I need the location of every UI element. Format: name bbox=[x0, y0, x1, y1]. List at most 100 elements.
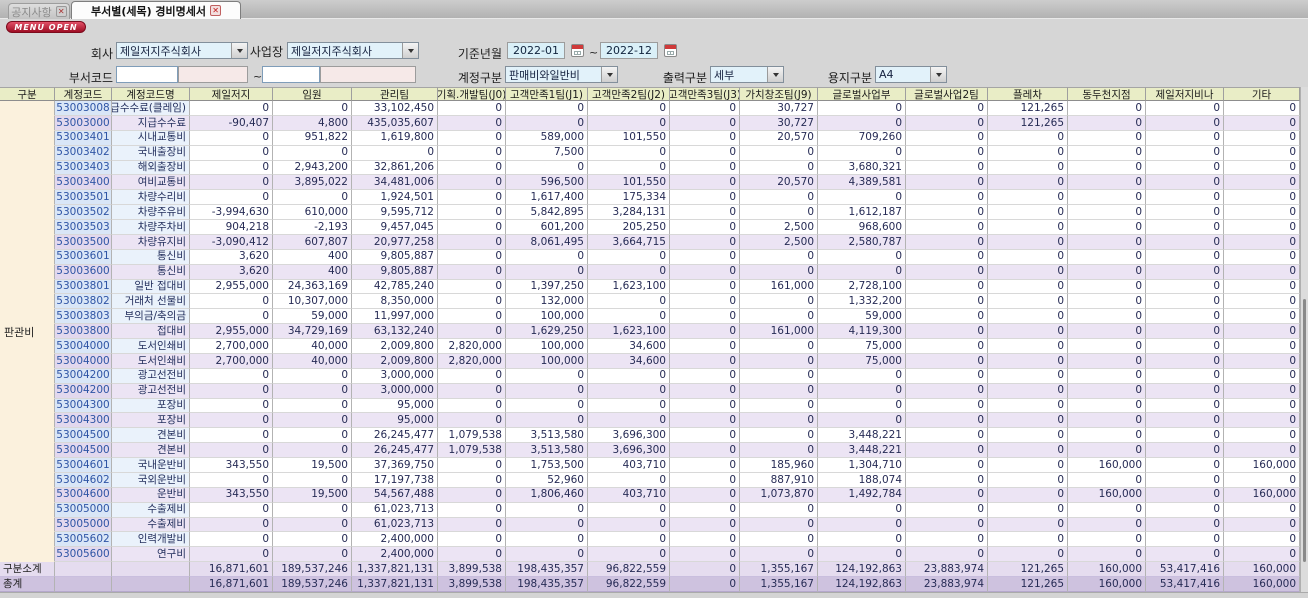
table-row[interactable]: 53003000 지급수수료 -90,407 4,800 435,035,607 0 0 0 0… bbox=[0, 115, 1300, 131]
cell: 0 bbox=[988, 324, 1068, 339]
cell: 0 bbox=[1146, 339, 1224, 354]
table-row[interactable]: 53004300 포장비 0 0 95,000 0 0 0 0 0 0 0 0 0 0 0 bbox=[0, 398, 1300, 414]
dept-name-to-input[interactable] bbox=[320, 66, 416, 83]
cell: 0 bbox=[588, 145, 670, 161]
cell: 2,580,787 bbox=[818, 234, 906, 250]
cell: 53003008 bbox=[55, 101, 112, 116]
cell: 0 bbox=[1146, 428, 1224, 444]
table-row[interactable]: 53004500 견본비 0 0 26,245,477 1,079,538 3,513,58… bbox=[0, 428, 1300, 444]
close-icon[interactable]: ✕ bbox=[210, 5, 222, 16]
table-row[interactable]: 53003801 일반 접대비 2,955,000 24,363,169 42,785,… bbox=[0, 279, 1300, 295]
table-row[interactable]: 53004600 운반비 343,550 19,500 54,567,488 0 1,806… bbox=[0, 487, 1300, 503]
column-header[interactable]: 계정코드 bbox=[55, 87, 112, 101]
cell: 0 bbox=[906, 279, 988, 295]
cell bbox=[0, 294, 55, 310]
column-header[interactable]: 고객만족2팀(J2) bbox=[588, 87, 670, 101]
column-header[interactable]: 관리팀 bbox=[352, 87, 438, 101]
cell: 통신비 bbox=[112, 249, 190, 265]
cell: 0 bbox=[1146, 160, 1224, 176]
vertical-scrollbar[interactable] bbox=[1300, 87, 1308, 592]
column-header[interactable]: 동두천지점 bbox=[1068, 87, 1146, 101]
cell: 0 bbox=[740, 532, 818, 548]
table-row[interactable]: 53003500 차량유지비 -3,090,412 607,807 20,977,258… bbox=[0, 234, 1300, 250]
table-row[interactable]: 53005000 수출제비 0 0 61,023,713 0 0 0 0 0 0 0 0 0 0 0 bbox=[0, 517, 1300, 533]
table-row[interactable]: 53004300 포장비 0 0 95,000 0 0 0 0 0 0 0 0 0 0 0 bbox=[0, 413, 1300, 429]
column-header[interactable]: 구분 bbox=[0, 87, 55, 101]
column-header[interactable]: 기타 bbox=[1224, 87, 1300, 101]
account-type-select[interactable]: 판매비와일반비 bbox=[505, 66, 618, 83]
table-row[interactable]: 53005600 연구비 0 0 2,400,000 0 0 0 0 0 0 0 0 0 0 0 bbox=[0, 547, 1300, 563]
cell: 0 bbox=[273, 398, 352, 414]
cell: 0 bbox=[190, 383, 273, 399]
cell: 0 bbox=[190, 101, 273, 116]
cell: 403,710 bbox=[588, 487, 670, 503]
cell: 0 bbox=[818, 145, 906, 161]
site-select[interactable]: 제일저지주식회사 bbox=[287, 42, 419, 59]
column-header[interactable]: 플레차 bbox=[988, 87, 1068, 101]
column-header[interactable]: 기획.개발팀(J0) bbox=[438, 87, 506, 101]
grid-body: 판관비 53003008 급수수료(클레임) 0 0 33,102,450 0 0 0 0 30,… bbox=[0, 101, 1300, 592]
dept-code-to-input[interactable] bbox=[262, 66, 320, 83]
column-header[interactable]: 제일저지 bbox=[190, 87, 273, 101]
table-row[interactable]: 53003601 통신비 3,620 400 9,805,887 0 0 0 0 0 0 0 0 0 0 0 bbox=[0, 249, 1300, 265]
menu-open-button[interactable]: MENU OPEN bbox=[6, 21, 86, 33]
total-row[interactable]: 총계 16,871,601 189,537,246 1,337,821,131 3,89… bbox=[0, 577, 1300, 592]
table-row[interactable]: 53004500 견본비 0 0 26,245,477 1,079,538 3,513,58… bbox=[0, 443, 1300, 458]
cell: 0 bbox=[988, 517, 1068, 533]
cell: 9,595,712 bbox=[352, 205, 438, 220]
cell: 거래처 선물비 bbox=[112, 294, 190, 310]
cell: 0 bbox=[818, 264, 906, 280]
column-header[interactable]: 임원 bbox=[273, 87, 352, 101]
table-row[interactable]: 53003501 차량수리비 0 0 1,924,501 0 1,617,400 175,33… bbox=[0, 190, 1300, 206]
cell: 0 bbox=[506, 398, 588, 414]
period-from-input[interactable]: 2022-01 bbox=[507, 42, 565, 59]
table-row[interactable]: 53004602 국외운반비 0 0 17,197,738 0 52,960 0 0 887,91… bbox=[0, 472, 1300, 488]
table-row[interactable]: 53004200 광고선전비 0 0 3,000,000 0 0 0 0 0 0 0 0 0 0 0 bbox=[0, 383, 1300, 399]
column-header[interactable]: 고객만족1팀(J1) bbox=[506, 87, 588, 101]
cell: 23,883,974 bbox=[906, 562, 988, 577]
table-row[interactable]: 53004000 도서인쇄비 2,700,000 40,000 2,009,800 2,8… bbox=[0, 353, 1300, 369]
column-header[interactable]: 고객만족3팀(J3) bbox=[670, 87, 740, 101]
cell bbox=[0, 398, 55, 414]
cell bbox=[0, 145, 55, 161]
period-to-input[interactable]: 2022-12 bbox=[600, 42, 658, 59]
output-type-select[interactable]: 세부 bbox=[710, 66, 784, 83]
table-row[interactable]: 53005602 인력개발비 0 0 2,400,000 0 0 0 0 0 0 0 0 0 0 0 bbox=[0, 532, 1300, 548]
column-header[interactable]: 글로벌사업부 bbox=[818, 87, 906, 101]
cell: 0 bbox=[740, 190, 818, 206]
table-row[interactable]: 53003400 여비교통비 0 3,895,022 34,481,006 0 596,50… bbox=[0, 175, 1300, 191]
table-row[interactable]: 53003008 급수수료(클레임) 0 0 33,102,450 0 0 0 0 30,727 0… bbox=[0, 101, 1300, 116]
tab-expense-report[interactable]: 부서별(세목) 경비명세서 ✕ bbox=[71, 1, 241, 19]
table-row[interactable]: 53003503 차량주차비 904,218 -2,193 9,457,045 0 601,… bbox=[0, 220, 1300, 235]
table-row[interactable]: 53004601 국내운반비 343,550 19,500 37,369,750 0 1,7… bbox=[0, 458, 1300, 473]
cell: 95,000 bbox=[352, 398, 438, 414]
column-header[interactable]: 계정코드명 bbox=[112, 87, 190, 101]
subtotal-row[interactable]: 구분소계 16,871,601 189,537,246 1,337,821,131 3,… bbox=[0, 562, 1300, 577]
table-row[interactable]: 53003803 부의금/축의금 0 59,000 11,997,000 0 100,000… bbox=[0, 309, 1300, 325]
calendar-icon[interactable] bbox=[664, 44, 677, 57]
table-row[interactable]: 53003600 통신비 3,620 400 9,805,887 0 0 0 0 0 0 0 0 0 0 0 bbox=[0, 264, 1300, 280]
dept-name-from-input[interactable] bbox=[178, 66, 248, 83]
table-row[interactable]: 53004200 광고선전비 0 0 3,000,000 0 0 0 0 0 0 0 0 0 0 0 bbox=[0, 368, 1300, 384]
cell: 0 bbox=[906, 234, 988, 250]
dept-code-from-input[interactable] bbox=[116, 66, 178, 83]
table-row[interactable]: 53003401 시내교통비 0 951,822 1,619,800 0 589,000 10… bbox=[0, 130, 1300, 146]
calendar-icon[interactable] bbox=[571, 44, 584, 57]
cell: 132,000 bbox=[506, 294, 588, 310]
paper-type-select[interactable]: A4 bbox=[875, 66, 947, 83]
column-header[interactable]: 가치창조팀(J9) bbox=[740, 87, 818, 101]
close-icon[interactable]: ✕ bbox=[55, 6, 67, 17]
column-header[interactable]: 제일저지비나 bbox=[1146, 87, 1224, 101]
tab-notice[interactable]: 공지사항 ✕ bbox=[8, 3, 70, 19]
scrollbar-thumb[interactable] bbox=[1303, 299, 1306, 562]
table-row[interactable]: 53005000 수출제비 0 0 61,023,713 0 0 0 0 0 0 0 0 0 0 0 bbox=[0, 502, 1300, 518]
table-row[interactable]: 53003402 국내출장비 0 0 0 0 7,500 0 0 0 0 0 0 0 0 0 bbox=[0, 145, 1300, 161]
table-row[interactable]: 53003802 거래처 선물비 0 10,307,000 8,350,000 0 132,… bbox=[0, 294, 1300, 310]
column-header[interactable]: 글로벌사업2팀 bbox=[906, 87, 988, 101]
table-row[interactable]: 53003403 해외출장비 0 2,943,200 32,861,206 0 0 0 0 0 3,… bbox=[0, 160, 1300, 176]
table-row[interactable]: 53003502 차량주유비 -3,994,630 610,000 9,595,712 0… bbox=[0, 205, 1300, 220]
cell: 53004600 bbox=[55, 487, 112, 503]
table-row[interactable]: 53003800 접대비 2,955,000 34,729,169 63,132,240… bbox=[0, 324, 1300, 339]
table-row[interactable]: 53004000 도서인쇄비 2,700,000 40,000 2,009,800 2,8… bbox=[0, 339, 1300, 354]
cell: 0 bbox=[670, 190, 740, 206]
